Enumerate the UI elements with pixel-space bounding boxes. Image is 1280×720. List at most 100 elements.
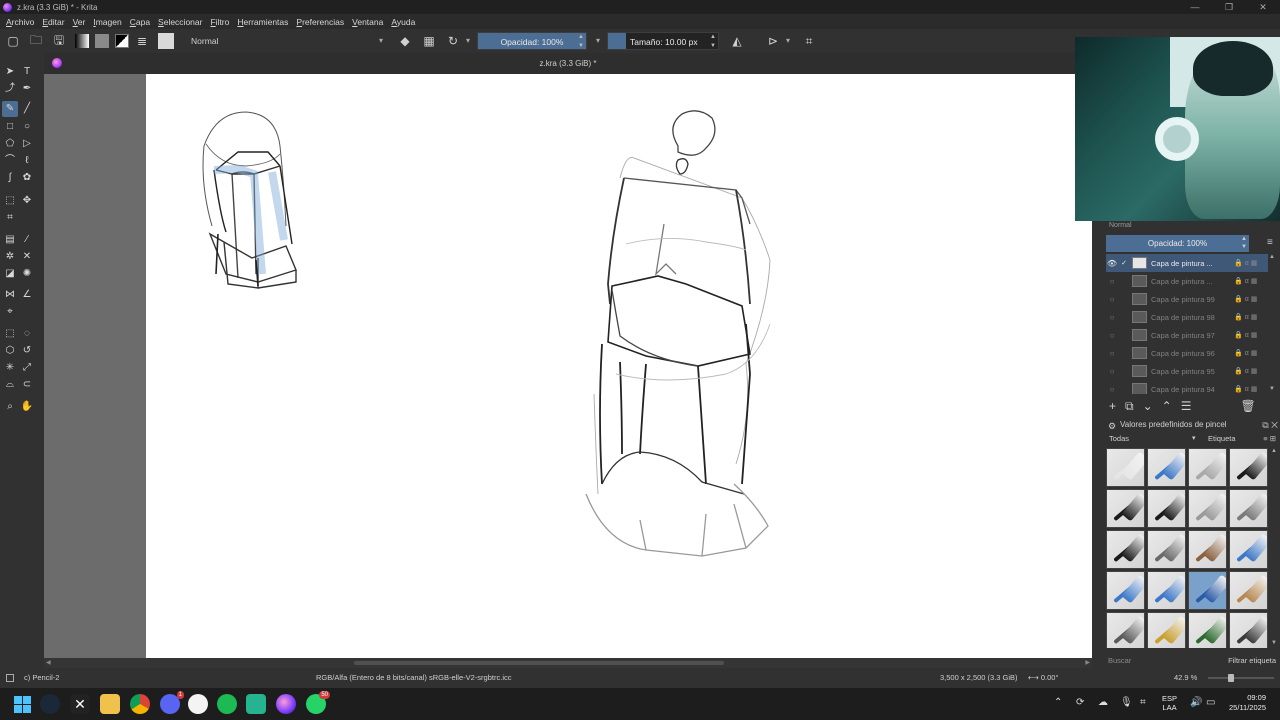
layer-row[interactable]: ○ Capa de pintura 95 🔒α▦ <box>1106 362 1268 380</box>
presets-scrollbar[interactable]: ▲ ▼ <box>1271 448 1278 648</box>
layer-properties-icons[interactable]: 🔒α▦ <box>1234 367 1268 375</box>
move-tool-icon[interactable]: ✥ <box>19 193 35 209</box>
zoom-tool-icon[interactable]: ⌕ <box>2 399 18 415</box>
gradient-tool-icon[interactable]: ▤ <box>2 232 18 248</box>
clock[interactable]: 09:09 25/11/2025 <box>1224 693 1266 713</box>
alpha-lock-icon[interactable]: ▦ <box>419 31 439 51</box>
brush-preset-item[interactable] <box>1147 448 1186 487</box>
assistant-tool-icon[interactable]: ⋈ <box>2 287 18 303</box>
freehand-path-icon[interactable]: ℓ <box>19 153 35 169</box>
discord-icon[interactable]: 1 <box>160 691 184 714</box>
brush-preset-item[interactable] <box>1147 530 1186 569</box>
pan-tool-icon[interactable]: ✋ <box>19 399 35 415</box>
brush-preset-item[interactable] <box>1106 448 1145 487</box>
preset-filter-select[interactable]: Todas <box>1109 433 1129 445</box>
pattern-swatch[interactable] <box>95 34 109 48</box>
layer-properties-icons[interactable]: 🔒α▦ <box>1234 259 1268 267</box>
reference-image-icon[interactable]: ⌖ <box>2 304 18 320</box>
magnetic-select-icon[interactable]: ⊂ <box>19 377 35 393</box>
hidden-eye-icon[interactable]: ○ <box>1106 277 1118 286</box>
menu-imagen[interactable]: Imagen <box>93 17 121 27</box>
hidden-eye-icon[interactable]: ○ <box>1106 385 1118 394</box>
brush-preset-item[interactable] <box>1229 612 1268 648</box>
smart-patch-icon[interactable]: ✲ <box>2 249 18 265</box>
brush-preset-item[interactable] <box>1188 571 1227 610</box>
hidden-eye-icon[interactable]: ○ <box>1106 349 1118 358</box>
menu-preferencias[interactable]: Preferencias <box>296 17 344 27</box>
menu-filtro[interactable]: Filtro <box>210 17 229 27</box>
layer-blend-mode[interactable]: Normal <box>1109 221 1269 230</box>
menu-capa[interactable]: Capa <box>130 17 150 27</box>
app-tray-icon[interactable]: ☁ <box>1098 697 1108 708</box>
chevron-down-icon[interactable]: ▾ <box>1192 433 1196 445</box>
delete-layer-icon[interactable]: 🗑 <box>1240 399 1255 413</box>
menu-herramientas[interactable]: Herramientas <box>237 17 288 27</box>
brush-preset-item[interactable] <box>1229 530 1268 569</box>
measure-tool-icon[interactable]: ∠ <box>19 287 35 303</box>
layer-row[interactable]: ○ Capa de pintura ... 🔒α▦ <box>1106 272 1268 290</box>
rectangle-tool-icon[interactable]: □ <box>2 119 18 135</box>
freehand-brush-icon[interactable]: ✎ <box>2 101 18 117</box>
mirror-vertical-icon[interactable]: ⊳ <box>763 31 783 51</box>
transform-tool-icon[interactable]: ⬚ <box>2 193 18 209</box>
add-layer-icon[interactable]: + <box>1109 399 1116 413</box>
chrome-icon[interactable] <box>130 694 150 714</box>
reload-preset-icon[interactable]: ↻ <box>443 31 463 51</box>
layer-row[interactable]: ○ Capa de pintura 98 🔒α▦ <box>1106 308 1268 326</box>
fill-tool-icon[interactable]: ◪ <box>2 266 18 282</box>
brush-preset-item[interactable] <box>1106 612 1145 648</box>
polygon-select-icon[interactable]: ⬡ <box>2 343 18 359</box>
layer-row[interactable]: 👁 ✓ Capa de pintura ... 🔒α▦ <box>1106 254 1268 272</box>
scroll-left-icon[interactable]: ◀ <box>46 658 51 668</box>
language-indicator[interactable]: ESP LAA <box>1162 694 1177 712</box>
brush-preset-item[interactable] <box>1229 489 1268 528</box>
colorize-mask-icon[interactable]: ✺ <box>19 266 35 282</box>
duplicate-layer-icon[interactable]: ⧉ <box>1125 399 1134 414</box>
drawing-canvas[interactable] <box>146 74 1092 658</box>
windows-start-icon[interactable] <box>12 694 32 714</box>
layer-opacity-slider[interactable]: Opacidad: 100% ▲ ▼ <box>1106 235 1249 252</box>
brush-preset-item[interactable] <box>1188 489 1227 528</box>
eraser-icon[interactable]: ◆ <box>395 31 415 51</box>
view-options-icons[interactable]: ≡ ⊞ <box>1263 433 1276 445</box>
crop-tool-icon[interactable]: ⌗ <box>2 210 18 226</box>
chevron-down-icon[interactable]: ▾ <box>786 32 790 50</box>
chevron-down-icon[interactable]: ▾ <box>596 32 600 50</box>
brush-preset-item[interactable] <box>1106 571 1145 610</box>
scroll-down-icon[interactable]: ▼ <box>1271 640 1277 646</box>
wrap-around-icon[interactable]: ⌗ <box>799 31 819 51</box>
file-explorer-icon[interactable] <box>100 694 120 714</box>
whatsapp-icon[interactable]: 50 <box>306 691 330 714</box>
spotify-icon[interactable] <box>217 694 237 714</box>
preset-search-input[interactable]: Buscar <box>1108 655 1131 667</box>
scroll-up-icon[interactable]: ▲ <box>1269 254 1275 260</box>
calligraphy-icon[interactable]: ✒ <box>19 81 35 97</box>
size-slider[interactable]: Tamaño: 10.00 px ▲ ▼ <box>607 32 719 50</box>
capcut-icon[interactable]: ✕ <box>70 694 90 714</box>
layers-scrollbar[interactable]: ▲ ▼ <box>1269 254 1277 394</box>
zoom-slider-handle[interactable] <box>1228 674 1234 682</box>
brush-preset-item[interactable] <box>1147 489 1186 528</box>
blend-mode-select[interactable]: Normal ▾ <box>188 32 386 50</box>
krita-icon[interactable] <box>276 694 296 714</box>
scroll-down-icon[interactable]: ▼ <box>1269 386 1275 392</box>
save-icon[interactable]: 🖫 <box>49 31 69 51</box>
hidden-eye-icon[interactable]: ○ <box>1106 295 1118 304</box>
layer-properties-icons[interactable]: 🔒α▦ <box>1234 349 1268 357</box>
brush-preset-icon[interactable] <box>158 33 174 49</box>
line-tool-icon[interactable]: ╱ <box>19 101 35 117</box>
brush-preset-item[interactable] <box>1106 489 1145 528</box>
layer-properties-icons[interactable]: 🔒α▦ <box>1234 277 1268 285</box>
mirror-horizontal-icon[interactable]: ◭ <box>727 31 747 51</box>
maximize-button[interactable]: ❐ <box>1212 0 1246 14</box>
brush-preset-item[interactable] <box>1106 530 1145 569</box>
hidden-eye-icon[interactable]: ○ <box>1106 331 1118 340</box>
brush-preset-item[interactable] <box>1229 448 1268 487</box>
opacity-slider[interactable]: Opacidad: 100% ▲ ▼ <box>477 32 587 50</box>
battery-icon[interactable]: ▭ <box>1206 697 1215 708</box>
layer-row[interactable]: ○ Capa de pintura 94 🔒α▦ <box>1106 380 1268 394</box>
layer-properties-icon[interactable]: ☰ <box>1181 399 1192 413</box>
ellipse-tool-icon[interactable]: ○ <box>19 119 35 135</box>
steam-icon[interactable] <box>40 694 60 714</box>
menu-ayuda[interactable]: Ayuda <box>391 17 415 27</box>
